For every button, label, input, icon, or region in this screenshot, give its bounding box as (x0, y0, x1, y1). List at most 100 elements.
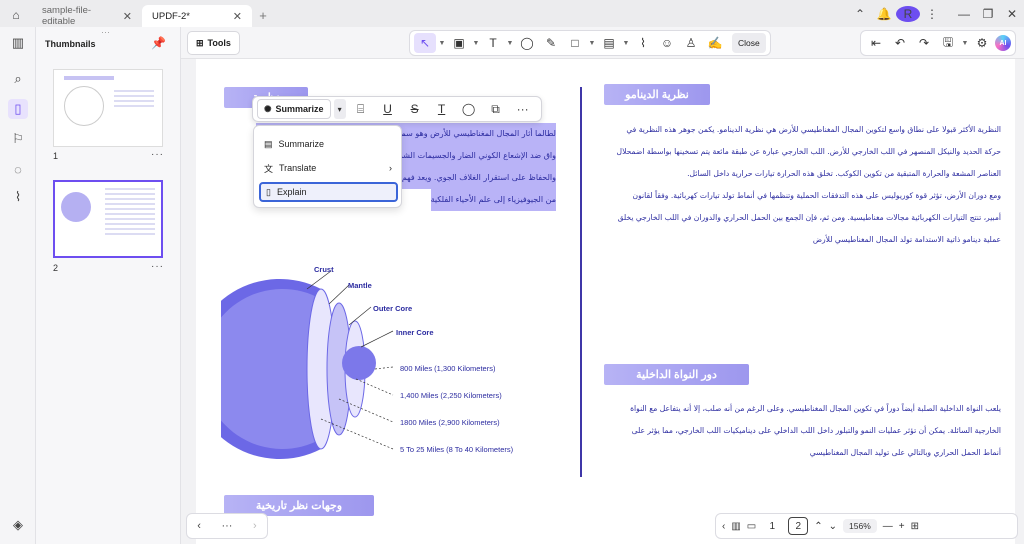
text-line: يلعب النواة الداخلية الصلبة أيضاً دوراً … (630, 404, 1001, 413)
rectangle-icon[interactable]: □ (564, 33, 586, 53)
home-icon[interactable]: ⌂ (0, 8, 32, 22)
comment-icon[interactable]: ◌ (8, 159, 28, 179)
chevron-left-icon[interactable]: ‹ (197, 520, 201, 532)
stamp-icon[interactable]: ▤ (598, 33, 620, 53)
text-line: الخارجية السائلة. يمكن أن تؤثر عمليات ال… (631, 426, 1001, 435)
attachment-icon[interactable]: ⌇ (632, 33, 654, 53)
page-button-2[interactable]: 2 (788, 517, 809, 535)
thumbnail-panel: ··· Thumbnails 📌 1 ··· 2 ··· (36, 27, 181, 544)
chevron-down-icon[interactable]: ▼ (472, 33, 480, 53)
leader-line (328, 284, 350, 305)
page-thumbnail-1[interactable] (53, 69, 163, 147)
close-button[interactable]: Close (732, 33, 766, 53)
chevron-down-icon[interactable]: ⌄ (829, 521, 837, 532)
zoom-out-icon[interactable]: — (883, 521, 893, 532)
avatar[interactable]: R (896, 5, 920, 22)
text-icon[interactable]: T (482, 33, 504, 53)
tab-bar: ⌂ sample-file-editable ✕ UPDF-2* ✕ + ⌃ 🔔… (0, 0, 1024, 27)
page-thumbnail-2[interactable] (53, 180, 163, 258)
paragraph-dynamo[interactable]: النظرية الأكثر قبولا على نطاق واسع لتكوي… (591, 119, 1001, 251)
user-icon[interactable]: ♙ (680, 33, 702, 53)
pencil-icon[interactable]: ✎ (540, 33, 562, 53)
label-outer-core: Outer Core (373, 304, 413, 313)
thumbnail-more-icon[interactable]: ··· (151, 149, 164, 160)
page-number-1: 1 (53, 151, 59, 161)
copy-icon[interactable]: ⧉ (484, 99, 508, 119)
close-tab-icon[interactable]: ✕ (233, 10, 242, 23)
earth-layers-diagram (221, 270, 394, 459)
chevron-up-icon[interactable]: ⌃ (848, 7, 872, 21)
more-icon[interactable]: ··· (221, 520, 232, 532)
thumb-globe (61, 192, 91, 222)
menu-item-translate[interactable]: 文 Translate › (259, 158, 398, 178)
text-line: ومع دوران الأرض، تؤثر قوة كوريوليس على ه… (632, 191, 1001, 200)
tools-button[interactable]: ⊞ Tools (187, 31, 240, 55)
undo-icon[interactable]: ↶ (889, 33, 911, 53)
attachment-icon[interactable]: ⌇ (8, 187, 28, 207)
divider-line (580, 87, 582, 477)
mantle-shape (221, 289, 321, 449)
chevron-up-icon[interactable]: ⌃ (814, 521, 822, 532)
bell-icon[interactable]: 🔔 (872, 7, 896, 21)
highlight-icon[interactable]: ⌸ (349, 99, 373, 119)
text-box-icon[interactable]: ▣ (448, 33, 470, 53)
page-view-icon[interactable]: ▥ (731, 521, 740, 532)
tab-label: UPDF-2* (152, 10, 191, 22)
text-line: العناصر المشعة والحرارة المتبقية من تكوي… (687, 169, 1001, 178)
panel-toggle-icon[interactable]: ⇤ (865, 33, 887, 53)
minimize-icon[interactable]: — (952, 7, 976, 21)
tab-sample-file[interactable]: sample-file-editable ✕ (32, 5, 142, 27)
select-cursor-icon[interactable]: ↖ (414, 33, 436, 53)
more-icon[interactable]: ··· (511, 99, 535, 119)
comment-icon[interactable]: ◯ (516, 33, 538, 53)
comment-icon[interactable]: ◯ (457, 99, 481, 119)
bookmark-icon[interactable]: ⚐ (8, 129, 28, 149)
summarize-icon: ▤ (264, 138, 273, 149)
chevron-right-icon[interactable]: › (253, 520, 257, 532)
chevron-down-icon[interactable]: ▼ (961, 33, 969, 53)
menu-label: Translate (279, 163, 317, 173)
signature-icon[interactable]: ✍ (704, 33, 726, 53)
zoom-in-icon[interactable]: + (899, 521, 905, 532)
close-window-icon[interactable]: ✕ (1000, 7, 1024, 21)
paragraph-inner-core[interactable]: يلعب النواة الداخلية الصلبة أيضاً دوراً … (591, 398, 1001, 464)
chevron-down-icon[interactable]: ▼ (506, 33, 514, 53)
redo-icon[interactable]: ↷ (913, 33, 935, 53)
search-icon[interactable]: ⌕ (8, 69, 28, 89)
settings-icon[interactable]: ⚙ (971, 33, 993, 53)
thumbnail-more-icon[interactable]: ··· (151, 261, 164, 272)
drag-handle-icon[interactable]: ··· (101, 27, 110, 37)
left-rail: ▥ ⌕ ▯ ⚐ ◌ ⌇ ◈ (0, 27, 36, 544)
sticker-icon[interactable]: ☺ (656, 33, 678, 53)
summarize-button[interactable]: ✺ Summarize (257, 99, 331, 119)
menu-item-explain[interactable]: ▯ Explain (259, 182, 398, 202)
tab-updf-2[interactable]: UPDF-2* ✕ (142, 5, 252, 27)
fit-page-icon[interactable]: ⊞ (911, 521, 919, 532)
new-tab-icon[interactable]: + (252, 8, 274, 23)
restore-icon[interactable]: ❐ (976, 7, 1000, 21)
sidebar-toggle-icon[interactable]: ▥ (8, 33, 28, 53)
updf-ai-icon[interactable]: AI (995, 35, 1011, 51)
text-insert-icon[interactable]: T (430, 99, 454, 119)
chevron-left-icon[interactable]: ‹ (722, 521, 725, 532)
chevron-down-icon[interactable]: ▼ (588, 33, 596, 53)
leader-line (360, 330, 394, 348)
layers-icon[interactable]: ◈ (8, 515, 28, 535)
chevron-down-icon[interactable]: ▾ (333, 99, 346, 119)
selection-toolbar: ✺ Summarize ▾ ⌸ U S T ◯ ⧉ ··· (252, 96, 542, 122)
page-button-1[interactable]: 1 (762, 517, 782, 535)
thumbnails-icon[interactable]: ▯ (8, 99, 28, 119)
more-icon[interactable]: ⋮ (920, 7, 944, 21)
strikethrough-icon[interactable]: S (403, 99, 427, 119)
save-icon[interactable]: 🖫 (937, 33, 959, 53)
presentation-icon[interactable]: ▭ (747, 521, 756, 532)
menu-label: Explain (276, 187, 307, 197)
translate-icon: 文 (264, 163, 274, 174)
pin-icon[interactable]: 📌 (151, 36, 166, 50)
chevron-down-icon[interactable]: ▼ (622, 33, 630, 53)
chevron-down-icon[interactable]: ▼ (438, 33, 446, 53)
underline-icon[interactable]: U (376, 99, 400, 119)
menu-item-summarize[interactable]: ▤ Summarize (259, 134, 398, 154)
zoom-level[interactable]: 156% (843, 519, 877, 533)
close-tab-icon[interactable]: ✕ (123, 10, 132, 23)
